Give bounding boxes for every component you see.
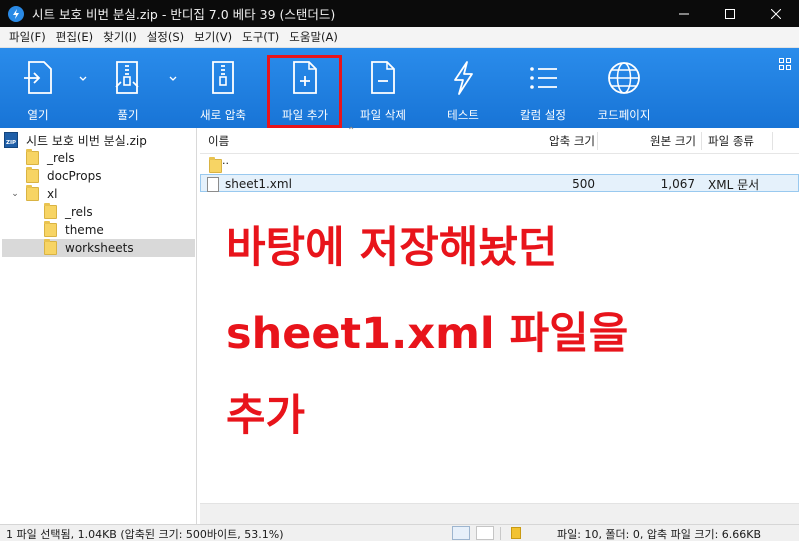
tree-root-archive[interactable]: ZIP 시트 보호 비번 분실.zip bbox=[4, 131, 196, 149]
tree-item-rels[interactable]: _rels bbox=[26, 149, 196, 167]
new-archive-button[interactable]: 새로 압축 bbox=[190, 48, 256, 128]
minimize-icon bbox=[679, 13, 689, 14]
tree-item-theme[interactable]: theme bbox=[44, 221, 196, 239]
column-settings-label: 칼럼 설정 bbox=[520, 108, 566, 122]
column-header-original[interactable]: 원본 크기 bbox=[640, 128, 696, 154]
new-archive-label: 새로 압축 bbox=[200, 108, 246, 122]
column-list-icon bbox=[530, 67, 557, 89]
tree-item-xl-rels[interactable]: _rels bbox=[44, 203, 196, 221]
row-file-type: XML 문서 bbox=[708, 177, 760, 192]
open-label: 열기 bbox=[27, 108, 49, 122]
add-file-highlight-box bbox=[267, 55, 342, 128]
close-icon bbox=[771, 8, 781, 19]
delete-file-label: 파일 삭제 bbox=[360, 108, 406, 122]
codepage-label: 코드페이지 bbox=[597, 108, 651, 122]
codepage-button[interactable]: 코드페이지 bbox=[588, 48, 660, 128]
tree-item-label: _rels bbox=[47, 151, 75, 165]
open-button[interactable]: 열기 bbox=[8, 48, 68, 128]
horizontal-scrollbar[interactable] bbox=[200, 503, 799, 524]
caption-line-3: 추가 bbox=[226, 391, 306, 441]
maximize-icon bbox=[725, 8, 735, 19]
row-original-size: 1,067 bbox=[660, 177, 695, 191]
tree-item-label: docProps bbox=[47, 169, 102, 183]
menu-edit[interactable]: 편집(E) bbox=[51, 29, 98, 45]
open-icon bbox=[24, 61, 52, 94]
tree-item-label: worksheets bbox=[65, 241, 134, 255]
caption-line-2: sheet1.xml 파일을 bbox=[226, 309, 629, 359]
globe-icon bbox=[608, 62, 640, 94]
column-settings-button[interactable]: 칼럼 설정 bbox=[510, 48, 576, 128]
status-bar: 1 파일 선택됨, 1.04KB (압축된 크기: 500바이트, 53.1%)… bbox=[0, 524, 799, 541]
column-header-type[interactable]: 파일 종류 bbox=[708, 128, 754, 154]
toolbar: 열기 풀기 새로 압축 파일 추가 파일 삭제 테스트 칼럼 설정 코드페이지 bbox=[0, 48, 799, 128]
status-divider bbox=[500, 527, 501, 540]
document-icon bbox=[207, 176, 219, 192]
menu-file[interactable]: 파일(F) bbox=[4, 29, 51, 45]
menu-tools[interactable]: 도구(T) bbox=[237, 29, 284, 45]
chevron-down-icon[interactable]: ⌄ bbox=[10, 189, 20, 199]
tree-item-label: xl bbox=[47, 187, 58, 201]
folder-icon bbox=[44, 221, 57, 237]
details-view-icon[interactable] bbox=[452, 526, 470, 540]
caption-line-1: 바탕에 저장해놨던 bbox=[226, 223, 558, 273]
archive-status: 파일: 10, 폴더: 0, 압축 파일 크기: 6.66KB bbox=[557, 528, 762, 541]
menu-bar: 파일(F) 편집(E) 찾기(I) 설정(S) 보기(V) 도구(T) 도움말(… bbox=[0, 27, 799, 48]
window-title: 시트 보호 비번 분실.zip - 반디집 7.0 베타 39 (스탠더드) bbox=[32, 7, 336, 22]
test-label: 테스트 bbox=[447, 108, 479, 122]
bandizip-app-icon bbox=[8, 5, 24, 22]
folder-icon bbox=[26, 149, 39, 165]
row-name: sheet1.xml bbox=[225, 177, 292, 191]
column-divider[interactable] bbox=[597, 132, 598, 150]
tree-item-worksheets[interactable]: worksheets bbox=[2, 239, 195, 257]
title-bar: 시트 보호 비번 분실.zip - 반디집 7.0 베타 39 (스탠더드) bbox=[0, 0, 799, 27]
column-header-compressed[interactable]: 압축 크기 bbox=[543, 128, 595, 154]
tree-item-label: theme bbox=[65, 223, 104, 237]
archive-icon bbox=[511, 527, 521, 539]
extract-icon bbox=[115, 61, 139, 94]
extract-dropdown-icon[interactable] bbox=[168, 74, 178, 84]
column-divider[interactable] bbox=[772, 132, 773, 150]
folder-icon bbox=[26, 185, 39, 201]
folder-icon bbox=[44, 239, 57, 255]
row-compressed-size: 500 bbox=[572, 177, 595, 191]
menu-find[interactable]: 찾기(I) bbox=[98, 29, 142, 45]
list-view-icon[interactable] bbox=[476, 526, 494, 540]
open-dropdown-icon[interactable] bbox=[78, 74, 88, 84]
list-header: ⌃ 이름 압축 크기 원본 크기 파일 종류 bbox=[200, 126, 799, 154]
tree-root-label: 시트 보호 비번 분실.zip bbox=[26, 133, 147, 148]
extract-label: 풀기 bbox=[117, 108, 139, 122]
zip-file-icon: ZIP bbox=[4, 132, 18, 148]
folder-icon bbox=[209, 157, 222, 173]
selection-status: 1 파일 선택됨, 1.04KB (압축된 크기: 500바이트, 53.1%) bbox=[6, 528, 284, 541]
maximize-button[interactable] bbox=[707, 0, 753, 27]
new-archive-icon bbox=[212, 61, 234, 94]
list-row-sheet1[interactable]: sheet1.xml 500 1,067 XML 문서 bbox=[200, 174, 799, 192]
delete-file-icon bbox=[371, 61, 395, 94]
close-button[interactable] bbox=[753, 0, 799, 27]
minimize-button[interactable] bbox=[661, 0, 707, 27]
sort-ascending-icon: ⌃ bbox=[347, 126, 356, 137]
lightning-icon bbox=[454, 61, 473, 95]
tree-item-label: _rels bbox=[65, 205, 93, 219]
column-header-name[interactable]: 이름 bbox=[208, 128, 229, 154]
parent-dir-label: .. bbox=[222, 154, 229, 167]
svg-text:ZIP: ZIP bbox=[6, 140, 16, 146]
folder-tree: ZIP 시트 보호 비번 분실.zip _rels docProps ⌄ xl … bbox=[0, 128, 197, 524]
tree-item-docprops[interactable]: docProps bbox=[26, 167, 196, 185]
tree-item-xl[interactable]: ⌄ xl bbox=[10, 185, 196, 203]
menu-settings[interactable]: 설정(S) bbox=[142, 29, 189, 45]
layout-grid-icon[interactable] bbox=[779, 58, 791, 70]
menu-view[interactable]: 보기(V) bbox=[189, 29, 237, 45]
menu-help[interactable]: 도움말(A) bbox=[284, 29, 343, 45]
folder-icon bbox=[26, 167, 39, 183]
folder-icon bbox=[44, 203, 57, 219]
delete-file-button[interactable]: 파일 삭제 bbox=[350, 48, 416, 128]
column-divider[interactable] bbox=[701, 132, 702, 150]
extract-button[interactable]: 풀기 bbox=[98, 48, 158, 128]
list-row-parent[interactable]: .. bbox=[200, 154, 799, 174]
test-button[interactable]: 테스트 bbox=[432, 48, 494, 128]
